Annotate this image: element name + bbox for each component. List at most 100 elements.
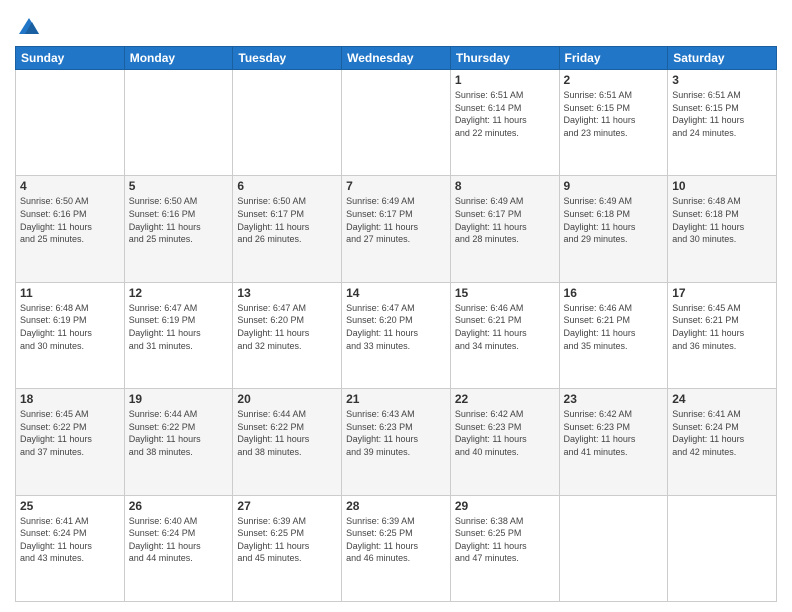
- day-number: 10: [672, 179, 772, 193]
- day-number: 20: [237, 392, 337, 406]
- day-info: Sunrise: 6:44 AM Sunset: 6:22 PM Dayligh…: [237, 408, 337, 458]
- day-cell: 8 Sunrise: 6:49 AM Sunset: 6:17 PM Daylig…: [450, 176, 559, 282]
- week-row-4: 18 Sunrise: 6:45 AM Sunset: 6:22 PM Dayli…: [16, 389, 777, 495]
- day-number: 23: [564, 392, 664, 406]
- day-info: Sunrise: 6:48 AM Sunset: 6:18 PM Dayligh…: [672, 195, 772, 245]
- logo: [15, 14, 41, 38]
- day-number: 14: [346, 286, 446, 300]
- weekday-header-sunday: Sunday: [16, 47, 125, 70]
- day-number: 29: [455, 499, 555, 513]
- day-cell: 16 Sunrise: 6:46 AM Sunset: 6:21 PM Dayli…: [559, 282, 668, 388]
- weekday-header-saturday: Saturday: [668, 47, 777, 70]
- day-number: 8: [455, 179, 555, 193]
- day-cell: [16, 70, 125, 176]
- day-cell: 23 Sunrise: 6:42 AM Sunset: 6:23 PM Dayli…: [559, 389, 668, 495]
- day-info: Sunrise: 6:42 AM Sunset: 6:23 PM Dayligh…: [564, 408, 664, 458]
- weekday-header-friday: Friday: [559, 47, 668, 70]
- day-number: 28: [346, 499, 446, 513]
- day-number: 13: [237, 286, 337, 300]
- day-cell: 24 Sunrise: 6:41 AM Sunset: 6:24 PM Dayli…: [668, 389, 777, 495]
- day-cell: 12Sunrise: 6:47 AM Sunset: 6:19 PM Dayli…: [124, 282, 233, 388]
- weekday-header-thursday: Thursday: [450, 47, 559, 70]
- day-cell: 3Sunrise: 6:51 AM Sunset: 6:15 PM Daylig…: [668, 70, 777, 176]
- day-cell: 19 Sunrise: 6:44 AM Sunset: 6:22 PM Dayli…: [124, 389, 233, 495]
- day-info: Sunrise: 6:47 AM Sunset: 6:20 PM Dayligh…: [237, 302, 337, 352]
- day-info: Sunrise: 6:45 AM Sunset: 6:22 PM Dayligh…: [20, 408, 120, 458]
- week-row-5: 25 Sunrise: 6:41 AM Sunset: 6:24 PM Dayli…: [16, 495, 777, 601]
- day-cell: 2 Sunrise: 6:51 AM Sunset: 6:15 PM Daylig…: [559, 70, 668, 176]
- week-row-2: 4 Sunrise: 6:50 AM Sunset: 6:16 PM Daylig…: [16, 176, 777, 282]
- day-info: Sunrise: 6:46 AM Sunset: 6:21 PM Dayligh…: [564, 302, 664, 352]
- day-cell: [668, 495, 777, 601]
- week-row-3: 11 Sunrise: 6:48 AM Sunset: 6:19 PM Dayli…: [16, 282, 777, 388]
- day-number: 27: [237, 499, 337, 513]
- day-info: Sunrise: 6:46 AM Sunset: 6:21 PM Dayligh…: [455, 302, 555, 352]
- day-cell: 26Sunrise: 6:40 AM Sunset: 6:24 PM Dayli…: [124, 495, 233, 601]
- day-info: Sunrise: 6:51 AM Sunset: 6:15 PM Dayligh…: [672, 89, 772, 139]
- day-number: 24: [672, 392, 772, 406]
- day-info: Sunrise: 6:47 AM Sunset: 6:20 PM Dayligh…: [346, 302, 446, 352]
- day-number: 25: [20, 499, 120, 513]
- day-cell: 6 Sunrise: 6:50 AM Sunset: 6:17 PM Daylig…: [233, 176, 342, 282]
- day-info: Sunrise: 6:39 AM Sunset: 6:25 PM Dayligh…: [237, 515, 337, 565]
- page: SundayMondayTuesdayWednesdayThursdayFrid…: [0, 0, 792, 612]
- day-info: Sunrise: 6:51 AM Sunset: 6:15 PM Dayligh…: [564, 89, 664, 139]
- day-info: Sunrise: 6:49 AM Sunset: 6:18 PM Dayligh…: [564, 195, 664, 245]
- day-info: Sunrise: 6:47 AM Sunset: 6:19 PM Dayligh…: [129, 302, 229, 352]
- calendar-table: SundayMondayTuesdayWednesdayThursdayFrid…: [15, 46, 777, 602]
- day-cell: 7 Sunrise: 6:49 AM Sunset: 6:17 PM Daylig…: [342, 176, 451, 282]
- day-number: 6: [237, 179, 337, 193]
- day-cell: 20 Sunrise: 6:44 AM Sunset: 6:22 PM Dayli…: [233, 389, 342, 495]
- day-cell: 27 Sunrise: 6:39 AM Sunset: 6:25 PM Dayli…: [233, 495, 342, 601]
- day-info: Sunrise: 6:41 AM Sunset: 6:24 PM Dayligh…: [672, 408, 772, 458]
- day-number: 18: [20, 392, 120, 406]
- day-cell: 25 Sunrise: 6:41 AM Sunset: 6:24 PM Dayli…: [16, 495, 125, 601]
- day-info: Sunrise: 6:41 AM Sunset: 6:24 PM Dayligh…: [20, 515, 120, 565]
- day-number: 22: [455, 392, 555, 406]
- day-cell: 5Sunrise: 6:50 AM Sunset: 6:16 PM Daylig…: [124, 176, 233, 282]
- day-number: 15: [455, 286, 555, 300]
- logo-icon: [17, 14, 41, 38]
- day-number: 26: [129, 499, 229, 513]
- day-number: 4: [20, 179, 120, 193]
- day-info: Sunrise: 6:44 AM Sunset: 6:22 PM Dayligh…: [129, 408, 229, 458]
- header: [15, 10, 777, 38]
- day-number: 19: [129, 392, 229, 406]
- day-info: Sunrise: 6:43 AM Sunset: 6:23 PM Dayligh…: [346, 408, 446, 458]
- day-cell: [124, 70, 233, 176]
- day-number: 16: [564, 286, 664, 300]
- day-info: Sunrise: 6:50 AM Sunset: 6:16 PM Dayligh…: [20, 195, 120, 245]
- day-info: Sunrise: 6:38 AM Sunset: 6:25 PM Dayligh…: [455, 515, 555, 565]
- day-cell: 29 Sunrise: 6:38 AM Sunset: 6:25 PM Dayli…: [450, 495, 559, 601]
- day-info: Sunrise: 6:45 AM Sunset: 6:21 PM Dayligh…: [672, 302, 772, 352]
- day-cell: [233, 70, 342, 176]
- day-info: Sunrise: 6:51 AM Sunset: 6:14 PM Dayligh…: [455, 89, 555, 139]
- week-row-1: 1Sunrise: 6:51 AM Sunset: 6:14 PM Daylig…: [16, 70, 777, 176]
- day-number: 11: [20, 286, 120, 300]
- day-cell: 11 Sunrise: 6:48 AM Sunset: 6:19 PM Dayli…: [16, 282, 125, 388]
- day-info: Sunrise: 6:49 AM Sunset: 6:17 PM Dayligh…: [346, 195, 446, 245]
- day-number: 7: [346, 179, 446, 193]
- day-info: Sunrise: 6:48 AM Sunset: 6:19 PM Dayligh…: [20, 302, 120, 352]
- day-cell: 9 Sunrise: 6:49 AM Sunset: 6:18 PM Daylig…: [559, 176, 668, 282]
- day-cell: 14 Sunrise: 6:47 AM Sunset: 6:20 PM Dayli…: [342, 282, 451, 388]
- day-cell: 21Sunrise: 6:43 AM Sunset: 6:23 PM Dayli…: [342, 389, 451, 495]
- day-number: 5: [129, 179, 229, 193]
- day-cell: 18 Sunrise: 6:45 AM Sunset: 6:22 PM Dayli…: [16, 389, 125, 495]
- day-info: Sunrise: 6:42 AM Sunset: 6:23 PM Dayligh…: [455, 408, 555, 458]
- weekday-header-wednesday: Wednesday: [342, 47, 451, 70]
- day-info: Sunrise: 6:49 AM Sunset: 6:17 PM Dayligh…: [455, 195, 555, 245]
- day-cell: 1Sunrise: 6:51 AM Sunset: 6:14 PM Daylig…: [450, 70, 559, 176]
- day-number: 2: [564, 73, 664, 87]
- day-cell: 22 Sunrise: 6:42 AM Sunset: 6:23 PM Dayli…: [450, 389, 559, 495]
- day-cell: 4 Sunrise: 6:50 AM Sunset: 6:16 PM Daylig…: [16, 176, 125, 282]
- day-cell: [559, 495, 668, 601]
- weekday-header-monday: Monday: [124, 47, 233, 70]
- day-info: Sunrise: 6:39 AM Sunset: 6:25 PM Dayligh…: [346, 515, 446, 565]
- weekday-header-tuesday: Tuesday: [233, 47, 342, 70]
- day-info: Sunrise: 6:50 AM Sunset: 6:17 PM Dayligh…: [237, 195, 337, 245]
- weekday-header-row: SundayMondayTuesdayWednesdayThursdayFrid…: [16, 47, 777, 70]
- day-number: 9: [564, 179, 664, 193]
- day-cell: 28 Sunrise: 6:39 AM Sunset: 6:25 PM Dayli…: [342, 495, 451, 601]
- day-cell: 17Sunrise: 6:45 AM Sunset: 6:21 PM Dayli…: [668, 282, 777, 388]
